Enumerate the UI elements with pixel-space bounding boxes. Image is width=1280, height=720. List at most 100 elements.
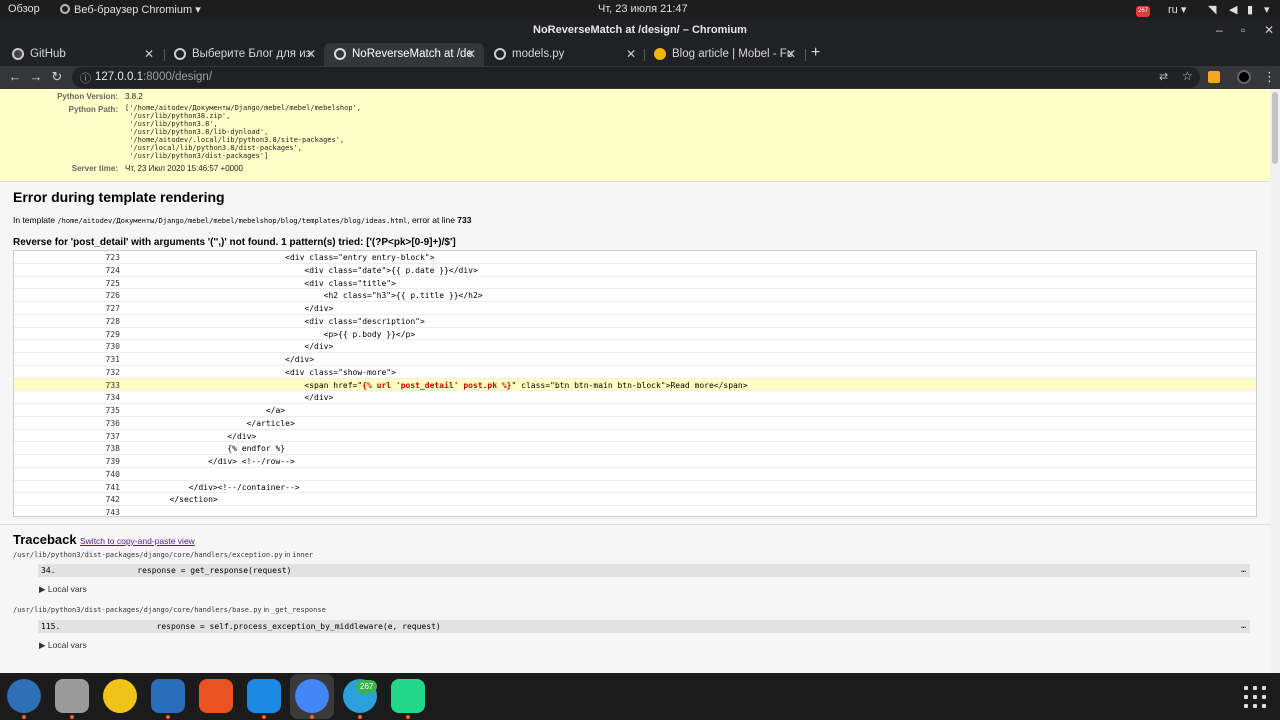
close-icon[interactable]: ✕: [786, 43, 796, 66]
source-line: 740: [14, 468, 1256, 481]
error-template-tag: {% url 'post_detail' post.pk %}: [362, 380, 512, 390]
template-location: In template /home/aitodev/Документы/Djan…: [13, 215, 471, 225]
info-icon[interactable]: ⓘ: [80, 70, 91, 86]
new-tab-button[interactable]: +: [811, 44, 820, 62]
running-indicator: [262, 715, 266, 719]
running-indicator: [358, 715, 362, 719]
translate-icon[interactable]: ⇄: [1159, 70, 1168, 83]
server-time-value: Чт, 23 Июл 2020 15:46:57 +0000: [125, 164, 243, 173]
python-version-label: Python Version:: [57, 92, 118, 101]
python-path-line: '/home/aitodev/.local/lib/python3.8/site…: [125, 136, 345, 144]
source-line: 728 <div class="description">: [14, 315, 1256, 328]
frame-code: response = get_response(request): [118, 566, 292, 575]
star-icon[interactable]: ☆: [1182, 69, 1193, 83]
page-viewport: Python Version: 3.8.2 Python Path: ['/ho…: [0, 89, 1270, 673]
vscode-icon[interactable]: [247, 679, 281, 713]
url-text[interactable]: 127.0.0.1:8000/design/: [95, 71, 212, 83]
tab-github[interactable]: GitHub ✕: [2, 43, 162, 66]
frame-code: response = self.process_exception_by_mid…: [118, 622, 441, 631]
tab-models-py[interactable]: models.py ✕: [484, 43, 644, 66]
address-bar[interactable]: ⓘ 127.0.0.1:8000/design/ ⇄ ☆: [72, 67, 1200, 88]
system-top-bar: Обзор Веб-браузер Chromium ▾ Чт, 23 июля…: [0, 0, 1280, 19]
frame-code-line[interactable]: 115. response = self.process_exception_b…: [38, 620, 1250, 633]
pycharm-icon[interactable]: [391, 679, 425, 713]
line-code: <span href="{% url 'post_detail' post.pk…: [131, 380, 748, 390]
close-icon[interactable]: ✕: [466, 43, 476, 66]
show-applications-icon[interactable]: [1244, 686, 1266, 708]
reload-button[interactable]: ↻: [48, 68, 66, 86]
expand-context-button[interactable]: …: [1241, 621, 1246, 630]
line-number: 740: [105, 469, 120, 479]
frame-file: /usr/lib/python3/dist-packages/django/co…: [13, 551, 313, 559]
profile-avatar[interactable]: [1237, 70, 1251, 84]
error-at-text: , error at line: [407, 215, 458, 225]
tab-noreversematch[interactable]: NoReverseMatch at /desi ✕: [324, 43, 484, 66]
close-window-button[interactable]: ✕: [1264, 19, 1274, 41]
running-indicator: [22, 715, 26, 719]
activities-button[interactable]: Обзор: [8, 3, 40, 15]
volume-icon[interactable]: ◀: [1229, 3, 1237, 16]
tab-blog-admin[interactable]: Выберите Блог для изме ✕: [164, 43, 324, 66]
clock[interactable]: Чт, 23 июля 21:47: [598, 3, 688, 15]
chromium-icon[interactable]: [295, 679, 329, 713]
error-message: Reverse for 'post_detail' with arguments…: [13, 237, 456, 248]
template-error-section: Error during template rendering In templ…: [0, 182, 1270, 525]
line-number: 741: [105, 482, 120, 492]
wifi-icon[interactable]: ◥: [1208, 3, 1216, 16]
source-line: 731 </div>: [14, 353, 1256, 366]
battery-icon[interactable]: ▮: [1247, 3, 1253, 16]
close-icon[interactable]: ✕: [306, 43, 316, 66]
scrollbar-thumb[interactable]: [1272, 92, 1278, 164]
line-number: 728: [105, 316, 120, 326]
minimize-button[interactable]: –: [1216, 19, 1223, 41]
page-scrollbar[interactable]: [1270, 89, 1280, 673]
forward-button[interactable]: →: [27, 68, 45, 86]
line-number: 735: [105, 406, 120, 415]
app-dock: 267: [0, 673, 1280, 720]
github-icon: [12, 48, 24, 60]
files-icon[interactable]: [55, 679, 89, 713]
line-number: 734: [105, 393, 120, 403]
line-number: 731: [105, 355, 120, 364]
local-vars-toggle[interactable]: ▶ Local vars: [39, 584, 87, 595]
chevron-down-icon: ▾: [195, 4, 201, 16]
thunderbird-icon[interactable]: [7, 679, 41, 713]
expand-context-button[interactable]: …: [1241, 565, 1246, 574]
line-code: </section>: [131, 495, 218, 505]
writer-icon[interactable]: [151, 679, 185, 713]
request-summary: Python Version: 3.8.2 Python Path: ['/ho…: [0, 89, 1270, 182]
template-source-listing: 723 <div class="entry entry-block"> 724 <…: [13, 250, 1257, 519]
traceback-section: Traceback Switch to copy-and-paste view …: [0, 525, 1270, 673]
software-center-icon[interactable]: [199, 679, 233, 713]
menu-icon[interactable]: ⋮: [1263, 69, 1276, 85]
line-code: {% endfor %}: [131, 444, 286, 454]
close-icon[interactable]: ✕: [144, 43, 154, 66]
input-language[interactable]: ru ▾: [1168, 3, 1186, 16]
tab-blog-article[interactable]: Blog article | Mobel - Furn ✕: [644, 43, 804, 66]
language-label: ru: [1168, 4, 1178, 16]
line-code-part: <span href=": [131, 380, 363, 390]
switch-view-link[interactable]: Switch to copy-and-paste view: [80, 536, 195, 546]
frame-file-path: /usr/lib/python3/dist-packages/django/co…: [13, 606, 262, 614]
window-title: NoReverseMatch at /design/ – Chromium: [533, 24, 747, 36]
extension-icon[interactable]: [1208, 71, 1220, 83]
local-vars-toggle[interactable]: ▶ Local vars: [39, 640, 87, 651]
notification-badge[interactable]: 267: [1136, 3, 1151, 17]
chevron-down-icon: ▾: [1180, 4, 1187, 16]
back-button[interactable]: ←: [6, 68, 24, 86]
line-code: <div class="title">: [131, 278, 396, 288]
tab-label: NoReverseMatch at /desi: [352, 48, 472, 60]
mobel-logo-icon: [654, 48, 666, 60]
line-number: 729: [105, 329, 120, 339]
line-code-part: " class="btn btn-main btn-block">Read mo…: [511, 380, 748, 390]
close-icon[interactable]: ✕: [626, 43, 636, 66]
restore-button[interactable]: ▫: [1241, 19, 1245, 41]
window-title-bar: NoReverseMatch at /design/ – Chromium – …: [0, 19, 1280, 41]
frame-code-line[interactable]: 34. response = get_response(request)…: [38, 564, 1250, 577]
chevron-down-icon[interactable]: ▾: [1264, 3, 1270, 16]
line-number: 727: [105, 304, 120, 313]
frame-in-text: in: [282, 552, 293, 559]
rhythmbox-icon[interactable]: [103, 679, 137, 713]
app-menu[interactable]: Веб-браузер Chromium ▾: [60, 3, 201, 16]
tab-strip: GitHub ✕ Выберите Блог для изме ✕ NoReve…: [0, 41, 1280, 66]
